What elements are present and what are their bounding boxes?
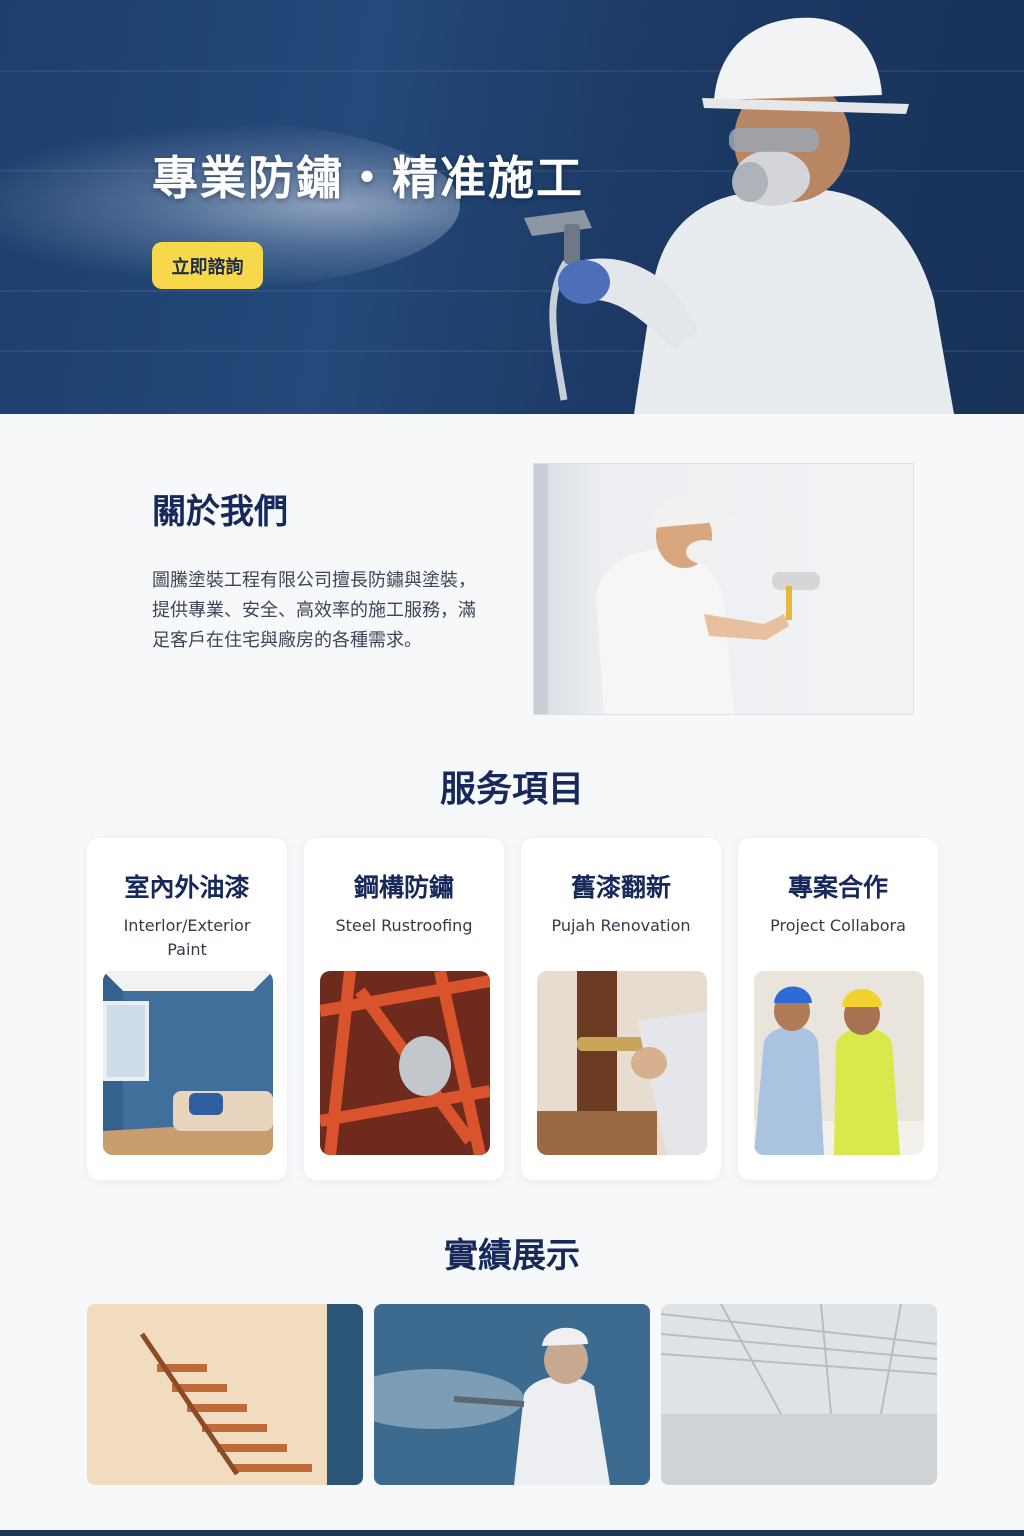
blue-room-image [103,971,273,1155]
about-description: 圖騰塗裝工程有限公司擅長防鏽與塗裝，提供專業、安全、高效率的施工服務，滿足客戶在… [152,570,476,651]
spray-painter-image [524,17,954,414]
steel-beams-image [320,971,490,1155]
portfolio-staircase-image[interactable] [87,1304,363,1485]
hero-banner: 專業防鏽・精准施工 立即諮詢 [0,0,1024,414]
service-card-title: 專案合作 [787,873,888,902]
service-card-steel-rustproofing[interactable]: 鋼構防鏽 Steel Rustroofing [304,838,504,1180]
painter-roller-image [533,463,914,715]
services-title: 服务項目 [439,769,584,810]
portfolio-spray-worker-image[interactable] [374,1304,650,1485]
spray-renovation-image [537,971,707,1155]
service-card-renovation[interactable]: 舊漆翻新 Pujah Renovation [521,838,721,1180]
service-card-subtitle: Pujah Renovation [551,916,691,935]
about-title: 關於我們 [152,492,288,532]
service-card-subtitle: Project Collabora [770,916,906,935]
service-card-title: 室內外油漆 [124,873,250,902]
footer-bar [0,1530,1024,1536]
service-card-title: 鋼構防鏽 [353,873,454,902]
portfolio-title: 實績展示 [444,1236,580,1276]
portfolio-warehouse-image[interactable] [661,1304,937,1485]
service-card-project-collaboration[interactable]: 專案合作 Project Collabora [738,838,938,1180]
consult-now-button[interactable]: 立即諮詢 [152,242,263,289]
service-card-interior-paint[interactable]: 室內外油漆 Interlor/Exterior Paint [87,838,287,1180]
service-card-title: 舊漆翻新 [570,873,671,902]
service-card-subtitle: Steel Rustroofing [335,916,473,935]
service-card-subtitle: Interlor/Exterior Paint [123,916,251,959]
workers-planning-image [754,971,924,1155]
hero-title: 專業防鏽・精准施工 [152,151,584,205]
